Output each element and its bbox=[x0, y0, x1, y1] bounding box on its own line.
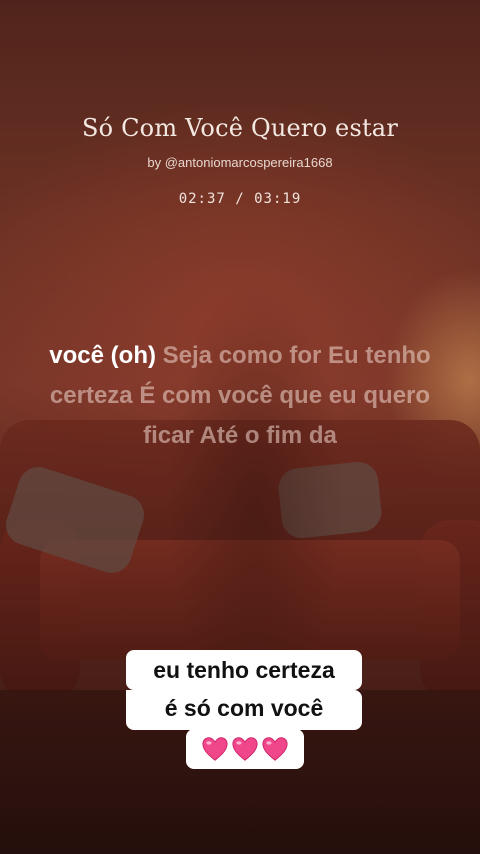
heart-icon bbox=[262, 737, 288, 761]
artist-byline: by @antoniomarcospereira1668 bbox=[147, 155, 333, 170]
lyrics-active: você (oh) bbox=[49, 342, 156, 369]
playback-time: 02:37 / 03:19 bbox=[178, 191, 302, 207]
heart-icon bbox=[202, 737, 228, 761]
caption-hearts bbox=[186, 729, 304, 769]
caption-line-2: é só com você bbox=[126, 690, 362, 730]
heart-icon bbox=[232, 737, 258, 761]
song-title: Só Com Você Quero estar bbox=[81, 114, 398, 142]
caption-line-1: eu tenho certeza bbox=[126, 650, 362, 690]
lyrics-text: você (oh) Seja como for Eu tenho certeza… bbox=[30, 336, 450, 456]
